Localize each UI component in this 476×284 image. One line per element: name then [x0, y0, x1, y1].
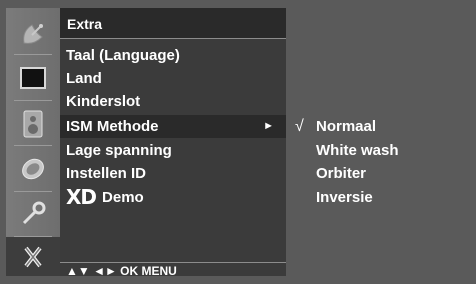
menu-item-label: Kinderslot — [66, 93, 141, 110]
menu-item-kinderslot[interactable]: Kinderslot — [60, 90, 286, 113]
menu-item-xd-demo[interactable]: XD Demo — [60, 186, 286, 209]
extra-menu-panel: Extra Taal (Language) Land Kinderslot IS… — [60, 8, 286, 278]
menu-item-lage-spanning[interactable]: Lage spanning — [60, 139, 286, 162]
check-mark-icon: √ — [295, 118, 304, 135]
speaker-icon[interactable] — [6, 102, 60, 145]
menu-title-bar: Extra — [60, 8, 286, 39]
submenu-item-label: Normaal — [316, 118, 377, 135]
xd-logo: XD — [66, 185, 97, 209]
tools-icon[interactable] — [6, 237, 60, 276]
submenu-item-label: White wash — [316, 142, 399, 159]
submenu-item-label: Orbiter — [316, 165, 367, 182]
satellite-dish-icon[interactable] — [6, 12, 60, 55]
tv-osd-screen: Extra Taal (Language) Land Kinderslot IS… — [0, 0, 476, 284]
submenu-item-normaal[interactable]: √ Normaal — [290, 115, 476, 138]
submenu-item-white-wash[interactable]: White wash — [290, 139, 476, 162]
menu-item-land[interactable]: Land — [60, 67, 286, 90]
menu-item-label: Demo — [102, 189, 144, 206]
menu-item-label: Lage spanning — [66, 142, 172, 159]
submenu-item-orbiter[interactable]: Orbiter — [290, 162, 476, 185]
submenu-item-label: Inversie — [316, 189, 373, 206]
menu-item-language[interactable]: Taal (Language) — [60, 44, 286, 67]
clock-icon[interactable] — [6, 147, 60, 190]
ism-submenu-panel: √ Normaal White wash Orbiter Inversie — [290, 8, 476, 276]
submenu-arrow-icon: ► — [263, 120, 274, 132]
category-icon-column — [6, 8, 60, 276]
navigation-hint-bar: ▲▼ ◄► OK MENU — [60, 262, 286, 278]
screen-icon[interactable] — [6, 56, 60, 99]
menu-item-instellen-id[interactable]: Instellen ID — [60, 162, 286, 185]
menu-item-ism-methode[interactable]: ISM Methode ► — [60, 115, 286, 138]
menu-item-label: ISM Methode — [66, 118, 159, 135]
navigation-hint: ▲▼ ◄► OK MENU — [66, 264, 177, 278]
menu-item-label: Land — [66, 70, 102, 87]
menu-item-label: Instellen ID — [66, 165, 147, 182]
submenu-item-inversie[interactable]: Inversie — [290, 186, 476, 209]
menu-item-label: Taal (Language) — [66, 47, 180, 64]
key-icon[interactable] — [6, 192, 60, 235]
menu-title: Extra — [67, 16, 103, 32]
